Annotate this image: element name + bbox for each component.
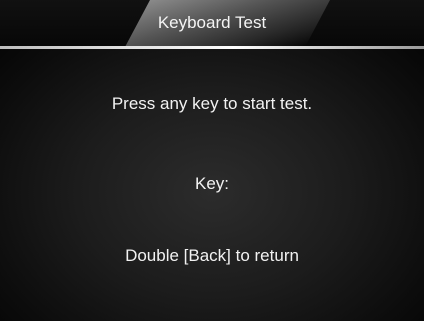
key-readout-label: Key: [194,174,230,193]
start-test-prompt: Press any key to start test. [111,94,313,113]
page-title: Keyboard Test [157,13,267,32]
title-bar: Keyboard Test [0,0,424,46]
title-divider [0,46,424,49]
keyboard-test-screen: Keyboard Test Press any key to start tes… [0,0,424,321]
return-hint: Double [Back] to return [125,246,299,265]
